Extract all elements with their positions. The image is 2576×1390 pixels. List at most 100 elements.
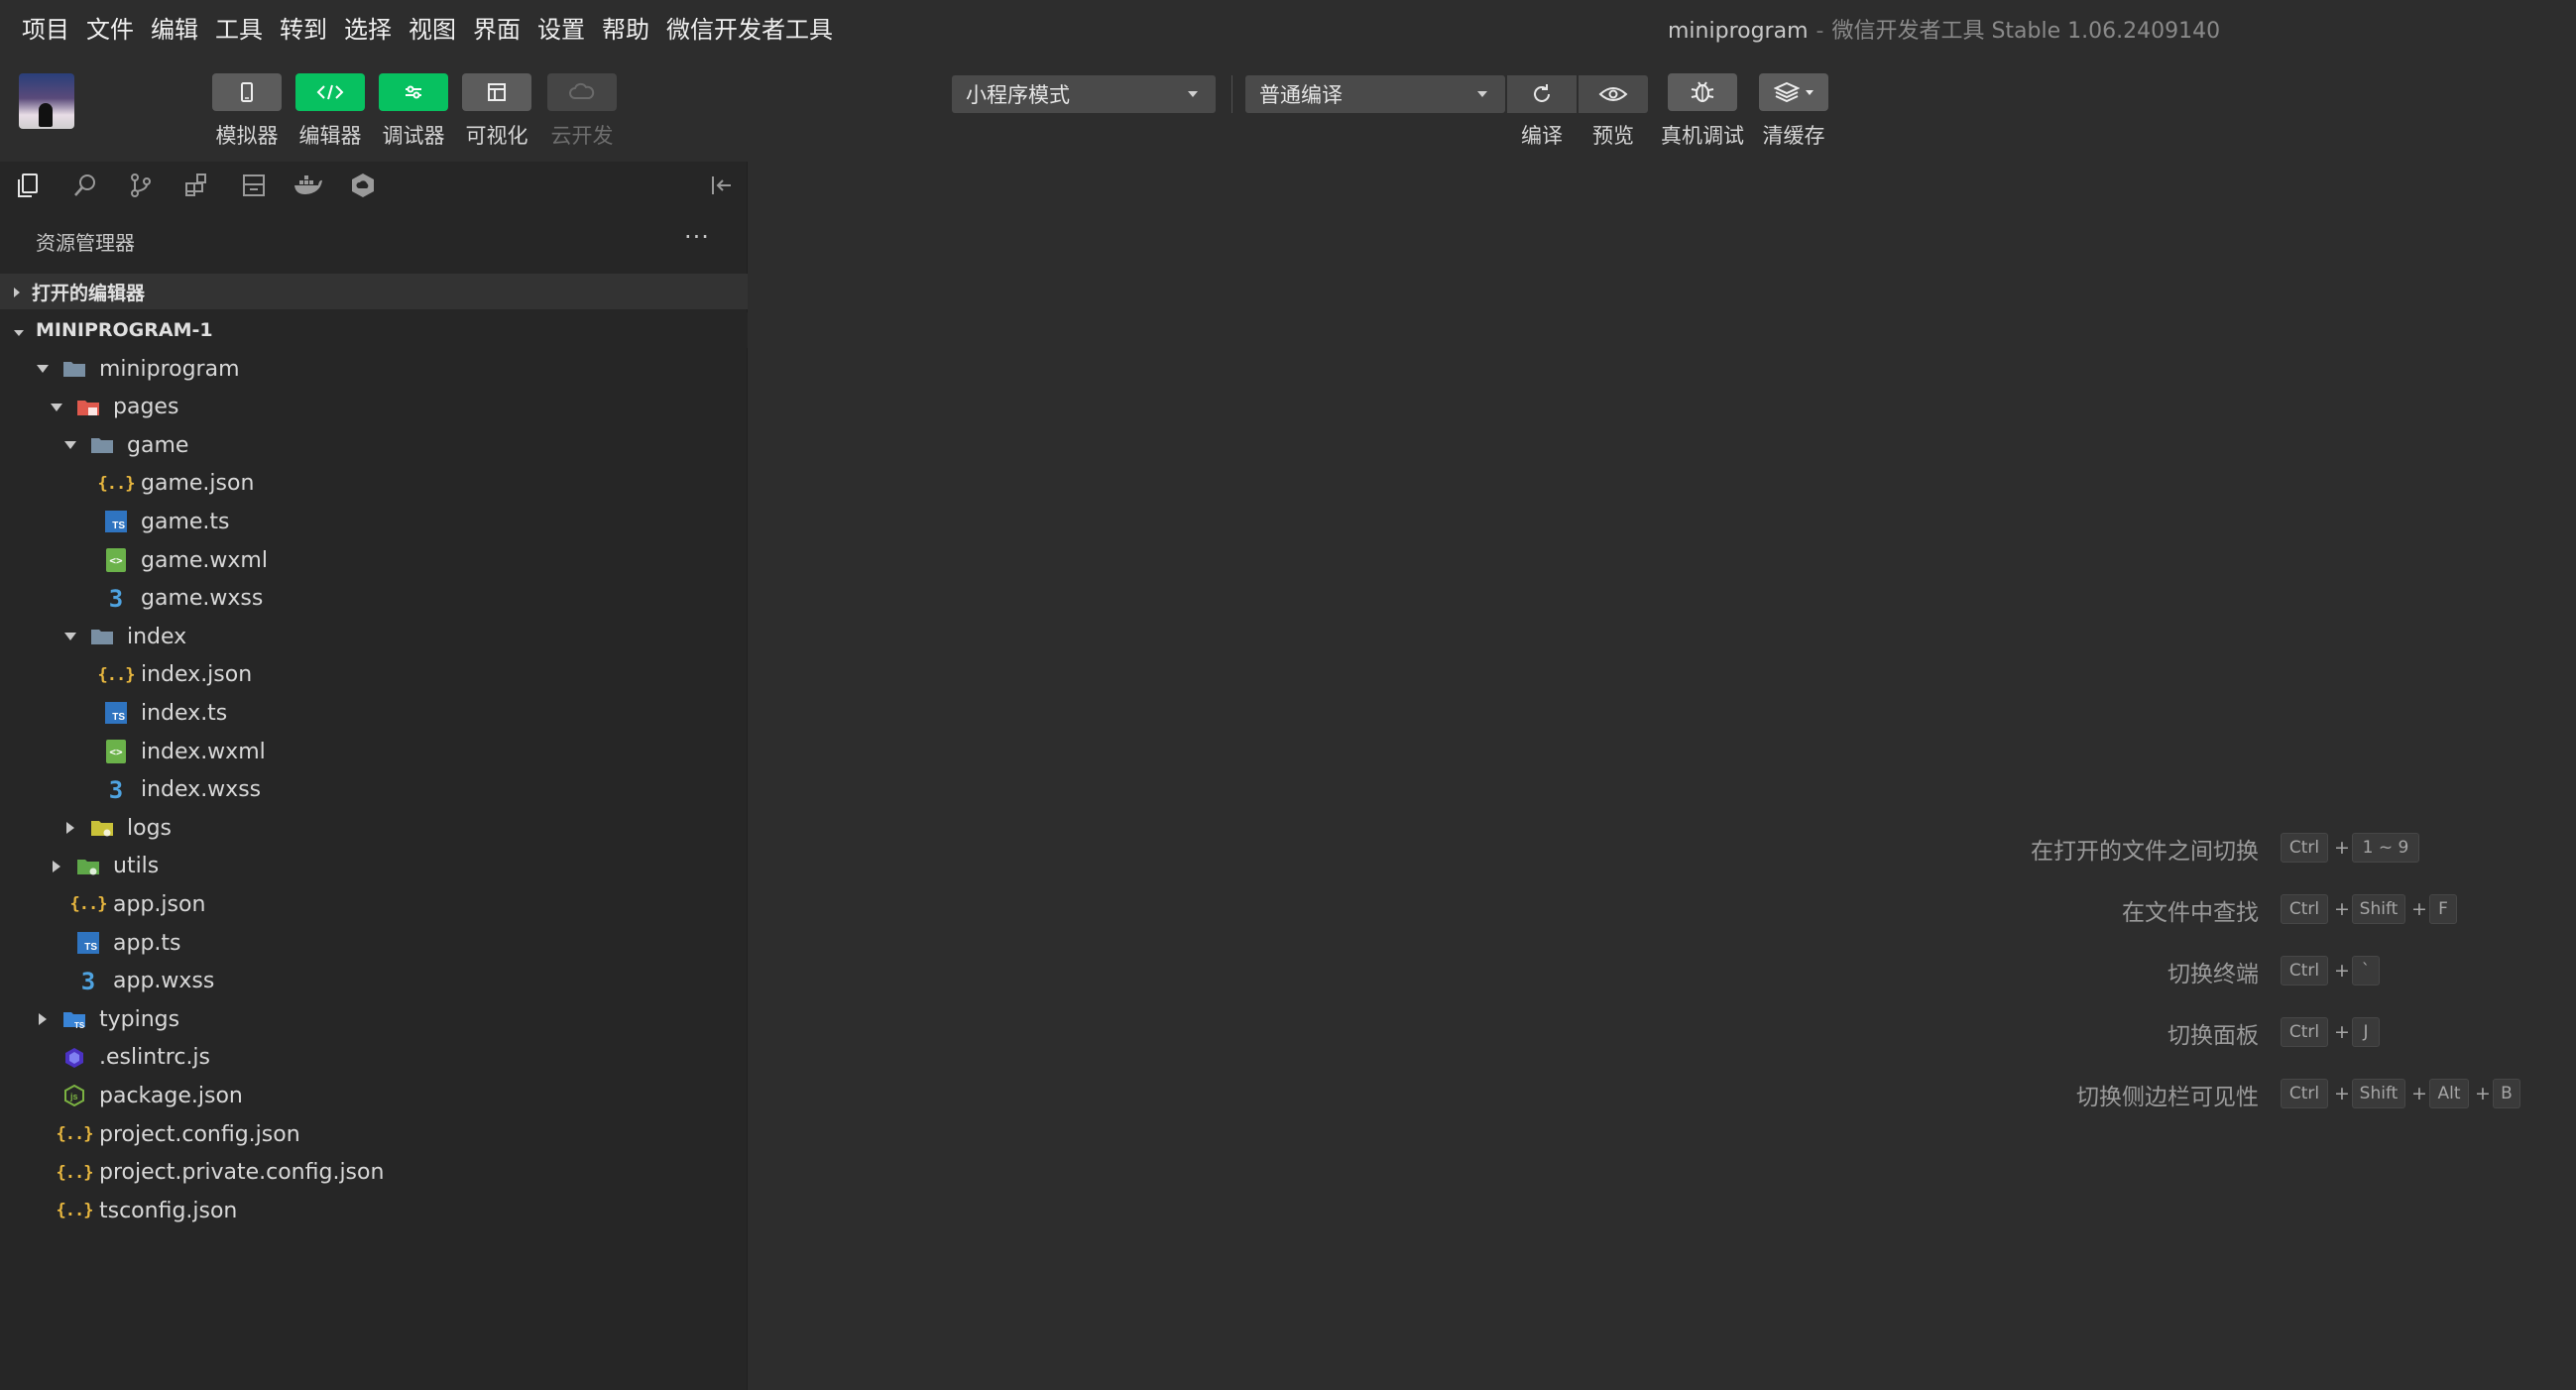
menu-settings[interactable]: 设置 — [537, 10, 585, 45]
chevron-down-icon[interactable] — [63, 438, 77, 452]
file-row[interactable]: TS app.ts — [0, 924, 748, 962]
explorer-sidebar: 资源管理器 ··· 打开的编辑器 MINIPROGRAM-1 miniprogr… — [0, 162, 748, 1390]
file-row[interactable]: {..} app.json — [0, 885, 748, 923]
json-file-icon: {..} — [97, 473, 136, 494]
folder-row[interactable]: game — [0, 426, 748, 464]
chevron-right-icon[interactable] — [63, 821, 77, 835]
debugger-button[interactable] — [379, 73, 448, 111]
explorer-title: 资源管理器 — [36, 231, 135, 255]
search-icon[interactable] — [69, 170, 101, 201]
eye-icon — [1598, 87, 1628, 101]
file-row[interactable]: {..} index.json — [0, 656, 748, 694]
mode-select-value: 小程序模式 — [966, 83, 1070, 107]
window-title: miniprogram - 微信开发者工具 Stable 1.06.2409140 — [1668, 13, 2220, 45]
folder-row[interactable]: TS typings — [0, 1000, 748, 1038]
file-row[interactable]: TS game.ts — [0, 503, 748, 540]
keyboard-key: ` — [2352, 956, 2380, 985]
menu-goto[interactable]: 转到 — [280, 10, 327, 45]
keyboard-key: Alt — [2429, 1079, 2469, 1108]
more-actions-button[interactable]: ··· — [684, 225, 710, 249]
key-plus: + — [2411, 1083, 2427, 1104]
sliders-icon — [406, 85, 421, 99]
menu-interface[interactable]: 界面 — [473, 10, 521, 45]
cloud-label: 云开发 — [550, 124, 614, 148]
clear-cache-button[interactable] — [1759, 73, 1828, 111]
key-plus: + — [2475, 1083, 2491, 1104]
tree-item-label: app.json — [113, 891, 206, 917]
shortcut-label: 在打开的文件之间切换 — [2031, 839, 2259, 865]
chevron-right-icon[interactable] — [36, 1012, 50, 1026]
key-plus: + — [2411, 898, 2427, 920]
folder-row[interactable]: pages — [0, 389, 748, 426]
menu-edit[interactable]: 编辑 — [151, 10, 198, 45]
collapse-sidebar-icon[interactable] — [704, 170, 736, 201]
folder-row[interactable]: miniprogram — [0, 350, 748, 388]
tree-item-label: index.wxss — [141, 777, 262, 803]
shortcut-label: 切换面板 — [2167, 1023, 2259, 1049]
window-title-app: 微信开发者工具 Stable 1.06.2409140 — [1831, 19, 2221, 44]
svg-text:js: js — [69, 1092, 78, 1101]
visual-label: 可视化 — [465, 124, 528, 148]
keyboard-key: Shift — [2352, 894, 2405, 924]
source-control-icon[interactable] — [125, 170, 157, 201]
chevron-down-icon[interactable] — [36, 362, 50, 376]
chevron-down-icon[interactable] — [63, 630, 77, 643]
compile-select[interactable]: 普通编译 — [1245, 75, 1505, 113]
file-row[interactable]: 3 app.wxss — [0, 963, 748, 1000]
file-row[interactable]: {..} tsconfig.json — [0, 1192, 748, 1229]
file-row[interactable]: {..} project.private.config.json — [0, 1154, 748, 1192]
mode-select[interactable]: 小程序模式 — [952, 75, 1216, 113]
menu-tools[interactable]: 工具 — [215, 10, 263, 45]
menu-select[interactable]: 选择 — [344, 10, 392, 45]
menu-project[interactable]: 项目 — [22, 10, 69, 45]
file-row[interactable]: 3 index.wxss — [0, 771, 748, 809]
wxml-file-icon: <> — [103, 739, 129, 764]
storage-icon[interactable] — [238, 170, 270, 201]
docker-icon[interactable] — [292, 170, 323, 201]
simulator-button[interactable] — [212, 73, 282, 111]
file-row[interactable]: <> index.wxml — [0, 733, 748, 770]
keyboard-key: B — [2493, 1079, 2520, 1108]
file-row[interactable]: {..} project.config.json — [0, 1115, 748, 1153]
visual-button[interactable] — [462, 73, 531, 111]
key-plus: + — [2334, 960, 2350, 982]
files-icon[interactable] — [12, 170, 44, 201]
chevron-down-icon — [1806, 89, 1814, 95]
cloud-hex-icon[interactable] — [347, 170, 379, 201]
menu-file[interactable]: 文件 — [86, 10, 134, 45]
workspace-section[interactable]: MINIPROGRAM-1 — [0, 312, 748, 348]
bug-icon — [1691, 81, 1714, 102]
tree-item-label: tsconfig.json — [99, 1198, 238, 1223]
chevron-right-icon[interactable] — [50, 860, 63, 873]
editor-button[interactable] — [295, 73, 365, 111]
wxss-file-icon: 3 — [80, 967, 96, 995]
menu-devtools[interactable]: 微信开发者工具 — [666, 10, 833, 45]
avatar[interactable] — [19, 73, 74, 129]
folder-row[interactable]: index — [0, 618, 748, 655]
folder-pages-icon — [75, 395, 101, 420]
file-row[interactable]: <> game.wxml — [0, 541, 748, 579]
refresh-icon — [1534, 84, 1550, 102]
json-file-icon: {..} — [56, 1162, 94, 1183]
file-row[interactable]: 3 game.wxss — [0, 580, 748, 618]
folder-row[interactable]: logs — [0, 809, 748, 847]
extensions-icon[interactable] — [180, 170, 212, 201]
remote-debug-button[interactable] — [1668, 73, 1737, 111]
file-row[interactable]: TS index.ts — [0, 694, 748, 732]
chevron-down-icon[interactable] — [50, 401, 63, 414]
cloud-button[interactable] — [547, 73, 617, 111]
npm-package-icon: js — [61, 1083, 87, 1108]
folder-row[interactable]: utils — [0, 848, 748, 885]
open-editors-section[interactable]: 打开的编辑器 — [0, 274, 748, 309]
chevron-down-icon — [14, 319, 24, 341]
tree-item-label: game — [127, 432, 189, 458]
menu-help[interactable]: 帮助 — [602, 10, 649, 45]
menu-view[interactable]: 视图 — [409, 10, 456, 45]
file-row[interactable]: .eslintrc.js — [0, 1039, 748, 1077]
file-row[interactable]: js package.json — [0, 1077, 748, 1114]
compile-button[interactable] — [1507, 75, 1577, 113]
open-editors-label: 打开的编辑器 — [32, 282, 146, 304]
file-row[interactable]: {..} game.json — [0, 465, 748, 503]
preview-button[interactable] — [1579, 75, 1648, 113]
keyboard-key: F — [2429, 894, 2457, 924]
